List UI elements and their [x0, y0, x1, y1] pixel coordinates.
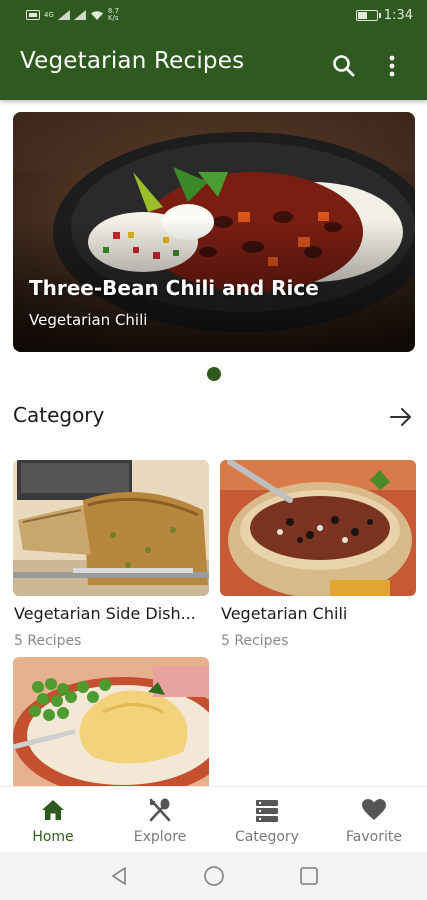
top-bar: 4G 8.7 K/s 1:34 Vegetarian Recipes	[0, 0, 427, 100]
category-name: Vegetarian Chili	[221, 604, 348, 623]
status-left: 4G 8.7 K/s	[26, 8, 119, 22]
battery-level	[357, 12, 367, 19]
app-bar: Vegetarian Recipes	[0, 32, 427, 100]
category-card-third[interactable]	[13, 657, 209, 786]
recipe-count: 5 Recipes	[14, 633, 82, 649]
network-speed: 8.7 K/s	[108, 8, 119, 22]
nav-explore-label: Explore	[133, 829, 187, 845]
category-image	[13, 657, 209, 786]
featured-recipe-card[interactable]: Three-Bean Chili and Rice Vegetarian Chi…	[13, 112, 415, 352]
category-image	[220, 460, 416, 596]
nav-home-label: Home	[32, 829, 74, 845]
nav-category-label: Category	[235, 829, 299, 845]
search-icon[interactable]	[330, 52, 358, 80]
category-card-side-dishes[interactable]: Vegetarian Side Dish... 5 Recipes	[13, 460, 209, 649]
signal-icon	[57, 10, 70, 20]
home-icon	[42, 800, 64, 820]
bottom-navigation: Home Explore Category Favorite	[0, 786, 427, 852]
back-icon[interactable]	[107, 864, 131, 888]
home-circle-icon[interactable]	[202, 864, 226, 888]
network-speed-unit: K/s	[107, 14, 119, 22]
battery-icon	[355, 10, 381, 21]
nav-favorite[interactable]: Favorite	[321, 787, 427, 853]
utensils-icon	[149, 798, 171, 822]
system-navigation-bar	[0, 852, 427, 900]
featured-recipe-title: Three-Bean Chili and Rice	[29, 276, 319, 300]
featured-recipe-category: Vegetarian Chili	[29, 311, 148, 329]
signal-icon-2	[73, 10, 86, 20]
category-section-title: Category	[13, 403, 105, 427]
nav-category[interactable]: Category	[214, 787, 320, 853]
network-label: 4G	[44, 10, 54, 19]
sim-icon	[26, 10, 40, 20]
wifi-icon	[90, 10, 103, 20]
more-vert-icon[interactable]	[378, 52, 406, 80]
status-bar: 4G 8.7 K/s 1:34	[0, 0, 427, 32]
nav-explore[interactable]: Explore	[107, 787, 213, 853]
clock: 1:34	[383, 8, 413, 23]
category-list-icon	[256, 800, 278, 822]
page-title: Vegetarian Recipes	[20, 48, 245, 74]
arrow-forward-icon[interactable]	[388, 404, 414, 430]
status-right: 1:34	[355, 8, 413, 23]
recipe-count: 5 Recipes	[221, 633, 289, 649]
recents-icon[interactable]	[297, 864, 321, 888]
category-card-chili[interactable]: Vegetarian Chili 5 Recipes	[220, 460, 416, 649]
category-name: Vegetarian Side Dish...	[14, 604, 196, 623]
category-image	[13, 460, 209, 596]
nav-favorite-label: Favorite	[346, 829, 402, 845]
carousel-page-indicator[interactable]	[207, 367, 221, 381]
heart-icon	[362, 799, 386, 820]
nav-home[interactable]: Home	[0, 787, 106, 853]
